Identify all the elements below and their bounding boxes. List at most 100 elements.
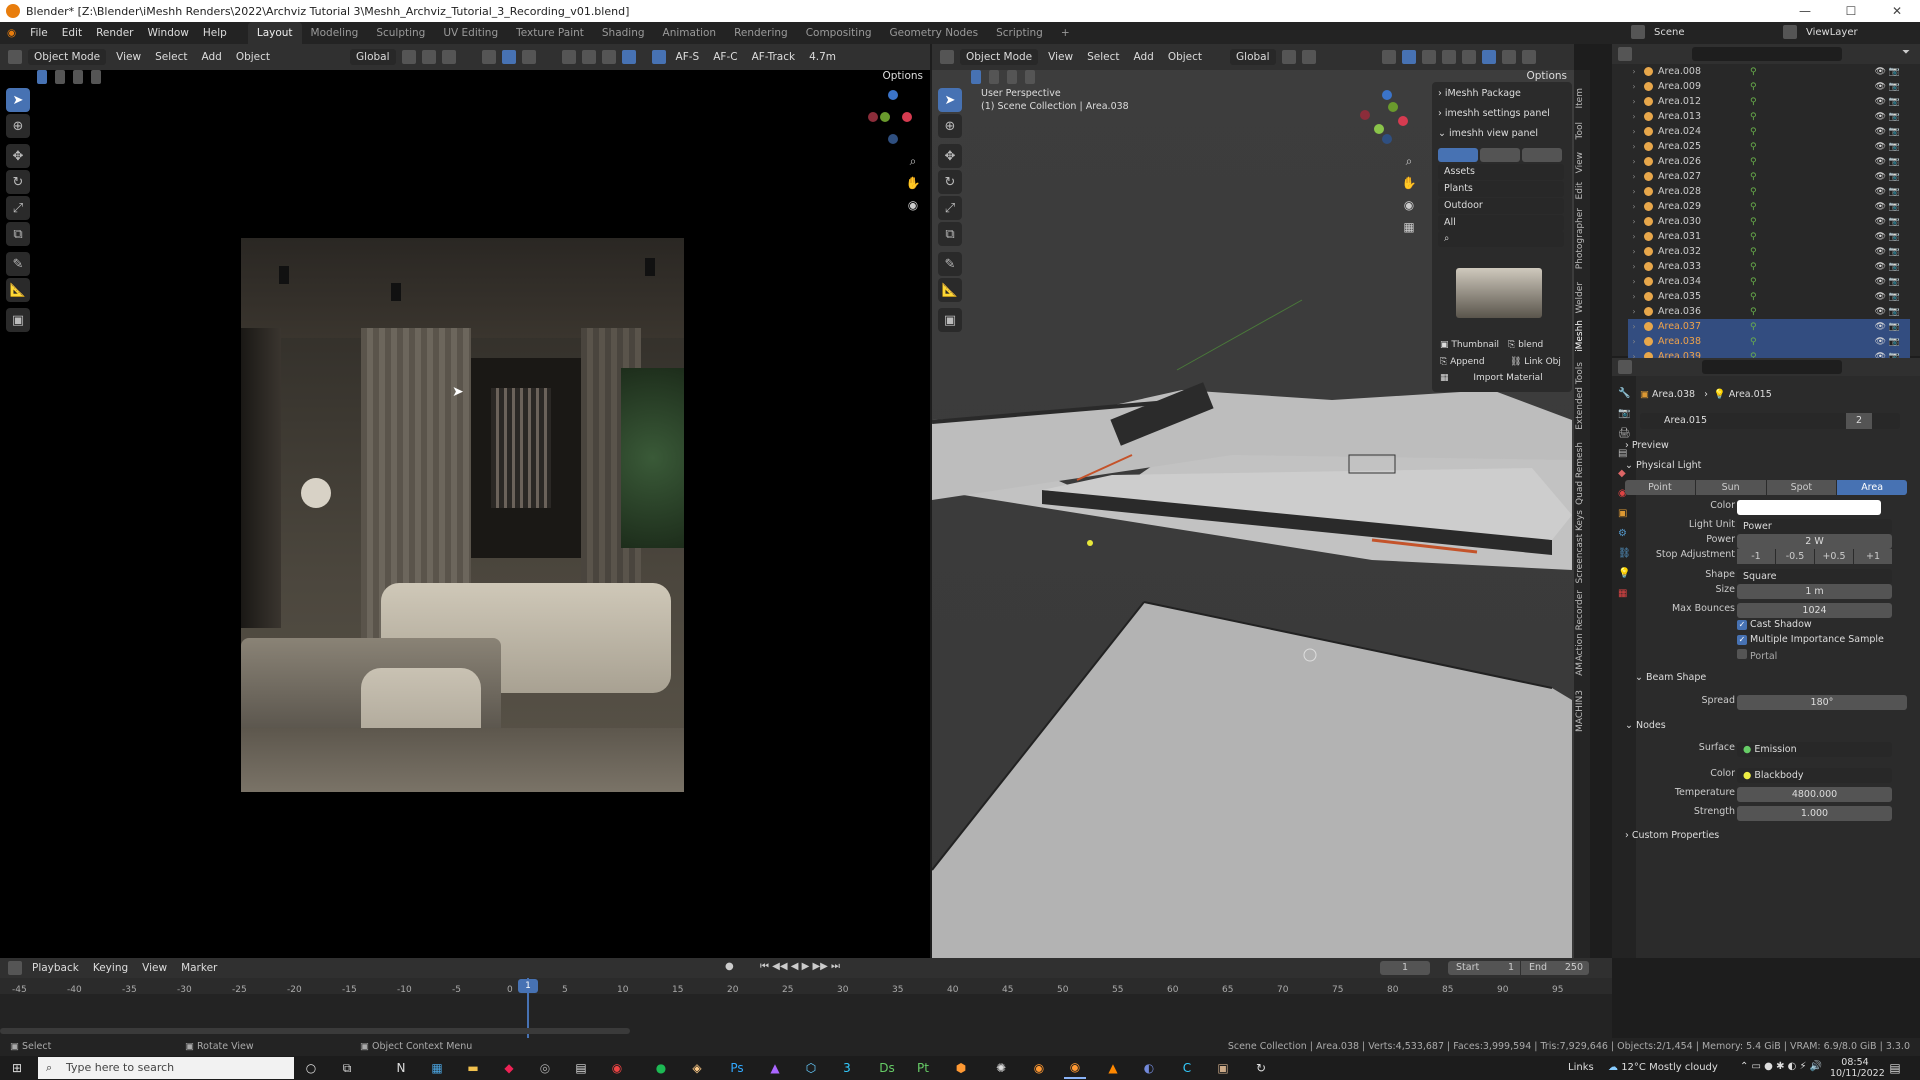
timeline-editor-icon[interactable] [8,961,22,975]
stop-minus-half[interactable]: -0.5 [1776,549,1814,564]
link-object-button[interactable]: ⛓ Link Obj [1510,357,1561,367]
expand-arrow-icon[interactable]: › [1628,307,1640,316]
import-material-button[interactable]: ▦ Import Material [1440,373,1543,383]
outliner-row[interactable]: › Area.038 ⚲ 👁 📷 [1628,334,1910,349]
tab-edit[interactable]: Edit [1575,182,1589,199]
overlay-icon[interactable] [521,50,536,64]
light-type-point[interactable]: Point [1625,480,1695,495]
cursor-tool-icon[interactable]: ⊕ [6,114,30,138]
right-menu-select[interactable]: Select [1080,51,1126,63]
outliner-row[interactable]: › Area.009 ⚲ 👁 📷 [1628,79,1910,94]
menu-help[interactable]: Help [196,22,234,44]
editor-type-icon[interactable] [8,50,22,64]
snap-icon[interactable] [421,50,436,64]
right-scale-tool-icon[interactable]: ⤢ [938,196,962,220]
tab-geometry-nodes[interactable]: Geometry Nodes [881,22,988,44]
expand-arrow-icon[interactable]: › [1628,172,1640,181]
expand-arrow-icon[interactable]: › [1628,127,1640,136]
properties-search-input[interactable] [1702,360,1842,374]
outliner-row[interactable]: › Area.031 ⚲ 👁 📷 [1628,229,1910,244]
render-camera-icon[interactable]: 📷 [1889,307,1900,317]
light-datablock-field[interactable]: Area.015 2 [1640,413,1900,429]
visibility-icon[interactable] [481,50,496,64]
visibility-eye-icon[interactable]: 👁 [1875,142,1886,152]
tab-shading[interactable]: Shading [593,22,654,44]
add-workspace-button[interactable]: + [1052,22,1079,44]
app-icon-4[interactable]: ◎ [534,1057,556,1079]
af-s-button[interactable]: AF-S [669,51,707,63]
imeshh-models-tab[interactable] [1438,148,1478,162]
select-mode-buttons[interactable] [34,70,104,84]
outliner-row[interactable]: › Area.026 ⚲ 👁 📷 [1628,154,1910,169]
taskbar-clock[interactable]: 08:54 10/11/2022 [1830,1057,1885,1079]
visibility-eye-icon[interactable]: 👁 [1875,277,1886,287]
render-camera-icon[interactable]: 📷 [1889,82,1900,92]
visibility-eye-icon[interactable]: 👁 [1875,307,1886,317]
expand-arrow-icon[interactable]: › [1628,67,1640,76]
minimize-button[interactable]: — [1782,0,1828,22]
tab-item[interactable]: Item [1575,88,1589,109]
right-menu-add[interactable]: Add [1126,51,1160,63]
render-camera-icon[interactable]: 📷 [1889,202,1900,212]
size-field[interactable]: 1 m [1737,584,1892,599]
cortana-icon[interactable]: ○ [300,1057,322,1079]
app-icon-11[interactable]: C [1176,1057,1198,1079]
outliner-editor-icon[interactable] [1618,47,1632,61]
right-gizmo-icon[interactable] [1401,50,1416,64]
app-icon-7[interactable]: ⬡ [800,1057,822,1079]
imeshh-package-header[interactable]: › iMeshh Package [1438,88,1521,99]
app-icon-9[interactable]: ⬢ [950,1057,972,1079]
tab-layout[interactable]: Layout [247,22,302,44]
right-xray-icon[interactable] [1441,50,1456,64]
plants-dropdown[interactable]: Plants [1438,181,1564,197]
tool-props-icon[interactable]: 🔧 [1618,388,1630,399]
measure-tool-icon[interactable]: 📐 [6,278,30,302]
app-icon-3[interactable]: ◆ [498,1057,520,1079]
select-tool-icon[interactable]: ➤ [6,88,30,112]
app-icon-8[interactable]: 3 [836,1057,858,1079]
task-view-icon[interactable]: ⧉ [336,1057,358,1079]
play-icon[interactable] [651,50,666,64]
designer-app-icon[interactable]: Ds [876,1057,898,1079]
left-mode-dropdown[interactable]: Object Mode [28,49,107,65]
spotify-app-icon[interactable]: ● [650,1057,672,1079]
right-pan-icon[interactable]: ✋ [1398,172,1420,194]
expand-arrow-icon[interactable]: › [1628,277,1640,286]
right-proportional-icon[interactable] [1301,50,1316,64]
close-button[interactable]: ✕ [1874,0,1920,22]
menu-file[interactable]: File [23,22,55,44]
expand-arrow-icon[interactable]: › [1628,97,1640,106]
app-icon-13[interactable]: ↻ [1250,1057,1272,1079]
cast-shadow-checkbox[interactable]: ✓ Cast Shadow [1737,619,1812,630]
visibility-eye-icon[interactable]: 👁 [1875,247,1886,257]
expand-arrow-icon[interactable]: › [1628,247,1640,256]
material-shading-icon[interactable] [601,50,616,64]
menu-edit[interactable]: Edit [55,22,89,44]
right-zoom-icon[interactable]: ⌕ [1398,150,1420,172]
render-camera-icon[interactable]: 📷 [1889,127,1900,137]
outliner-row[interactable]: › Area.012 ⚲ 👁 📷 [1628,94,1910,109]
visibility-eye-icon[interactable]: 👁 [1875,337,1886,347]
imeshh-materials-tab[interactable] [1480,148,1520,162]
assets-dropdown[interactable]: Assets [1438,164,1564,180]
max-bounces-field[interactable]: 1024 [1737,603,1892,618]
right-rendered-shading-icon[interactable] [1521,50,1536,64]
menu-render[interactable]: Render [89,22,140,44]
outliner-row[interactable]: › Area.034 ⚲ 👁 📷 [1628,274,1910,289]
properties-editor-icon[interactable] [1618,360,1632,374]
visibility-eye-icon[interactable]: 👁 [1875,112,1886,122]
tab-welder[interactable]: Welder [1575,282,1589,313]
tab-quad-remesh[interactable]: Quad Remesh [1575,442,1589,505]
all-dropdown[interactable]: All [1438,215,1564,231]
playback-controls[interactable]: ⏮ ◀◀ ◀ ▶ ▶▶ ⏭ [760,961,840,972]
select-invert-mode-icon[interactable] [91,70,101,84]
render-camera-icon[interactable]: 📷 [1889,67,1900,77]
breadcrumb-data[interactable]: Area.015 [1729,389,1772,400]
calculator-app-icon[interactable]: ▤ [570,1057,592,1079]
light-type-spot[interactable]: Spot [1766,480,1837,495]
chrome-app-icon[interactable]: ◉ [606,1057,628,1079]
taskbar-links[interactable]: Links [1568,1062,1594,1073]
right-menu-view[interactable]: View [1041,51,1080,63]
tab-sculpting[interactable]: Sculpting [367,22,434,44]
outliner-row[interactable]: › Area.036 ⚲ 👁 📷 [1628,304,1910,319]
